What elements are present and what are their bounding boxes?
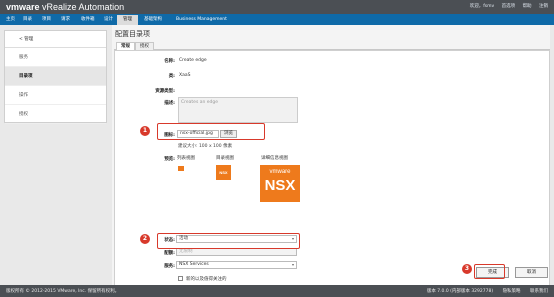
nav-projects[interactable]: 项目 [42, 16, 51, 23]
welcome-user-link[interactable]: 欢迎，fsmv [470, 4, 494, 9]
nav-design[interactable]: 设计 [104, 16, 113, 23]
new-and-noteworthy-label: 新的以及值得关注的 [186, 277, 227, 282]
footer: 版权所有 © 2012-2015 VMware, Inc. 保留所有权利。 版本… [0, 285, 554, 297]
new-and-noteworthy-checkbox[interactable] [178, 276, 183, 281]
description-label: 描述: [164, 101, 175, 106]
sidebar-item-services[interactable]: 服务 [5, 48, 106, 67]
sidebar-item-actions[interactable]: 操作 [5, 86, 106, 105]
sidebar-back-administration[interactable]: < 管理 [5, 31, 106, 48]
catalog-item-form: 名称: Create edge 类: XaaS 资源类型: 描述: Create… [114, 50, 550, 288]
logo-brand: vmware [6, 2, 40, 12]
preview-detail-nsx-logo: vmware NSX [260, 165, 300, 202]
resource-type-label: 资源类型: [155, 89, 175, 94]
description-textarea[interactable]: Creates an edge [178, 97, 298, 123]
sidebar-item-catalog-items[interactable]: 目录项 [5, 67, 106, 86]
sidebar-item-entitlements[interactable]: 授权 [5, 105, 106, 124]
name-label: 名称: [164, 59, 175, 64]
footer-links: 版本 7.0.0 (内部版本 3292778) 隐私策略 联系我们 [419, 288, 548, 294]
callout-badge-2: 2 [139, 233, 151, 245]
nav-catalog[interactable]: 目录 [23, 16, 32, 23]
contact-us-link[interactable]: 联系我们 [530, 289, 548, 294]
main-nav: 主页 目录 项目 请求 收件箱 设计 管理 基础架构 Business Mana… [0, 14, 554, 25]
preview-list-view-label: 列表视图 [177, 156, 195, 161]
nav-inbox[interactable]: 收件箱 [81, 16, 95, 23]
nav-requests[interactable]: 请求 [61, 16, 70, 23]
nsx-tile-vmware-text: vmware [269, 169, 291, 175]
preferences-link[interactable]: 首选项 [502, 4, 516, 9]
nav-administration[interactable]: 管理 [117, 15, 138, 25]
top-bar: vmware vRealize Automation 欢迎，fsmv 首选项 帮… [0, 0, 554, 14]
preview-label: 预览: [164, 157, 175, 162]
nav-home[interactable]: 主页 [6, 16, 15, 23]
service-label: 服务: [164, 264, 175, 269]
type-label: 类: [168, 74, 175, 79]
nsx-tile-nsx-text: NSX [264, 177, 296, 194]
cancel-button[interactable]: 取消 [515, 267, 548, 278]
callout-badge-3: 3 [461, 263, 473, 275]
preview-catalog-view-label: 目录视图 [216, 156, 234, 161]
quota-label: 配额: [164, 251, 175, 256]
preview-list-icon [178, 166, 184, 171]
help-link[interactable]: 帮助 [523, 4, 532, 9]
nav-business-management[interactable]: Business Management [176, 16, 227, 23]
quota-input[interactable]: 无限制 [176, 248, 297, 256]
tab-strip: 常规 授权 [114, 42, 550, 50]
service-select-value: NSX Services [179, 262, 209, 267]
callout-highlight-service [157, 233, 300, 249]
user-links: 欢迎，fsmv 首选项 帮助 注销 [464, 3, 548, 9]
type-value: XaaS [179, 73, 191, 78]
tab-general[interactable]: 常规 [116, 42, 135, 50]
chevron-down-icon: ▾ [291, 262, 294, 267]
nav-infrastructure[interactable]: 基础架构 [144, 16, 162, 23]
tab-entitlements[interactable]: 授权 [135, 42, 154, 50]
callout-highlight-icon [157, 123, 265, 140]
vrealize-logo: vmware vRealize Automation [6, 1, 124, 13]
name-value: Create edge [179, 58, 207, 63]
privacy-policy-link[interactable]: 隐私策略 [503, 289, 521, 294]
version-text: 版本 7.0.0 (内部版本 3292778) [426, 289, 494, 294]
callout-highlight-finish [474, 264, 505, 279]
page-title: 配置目录项 [115, 30, 150, 38]
logo-product: vRealize Automation [39, 2, 125, 12]
service-select[interactable]: NSX Services ▾ [176, 261, 297, 269]
copyright-text: 版权所有 © 2012-2015 VMware, Inc. 保留所有权利。 [6, 289, 120, 294]
logout-link[interactable]: 注销 [539, 4, 548, 9]
preview-catalog-icon: NSX [216, 165, 231, 180]
icon-size-hint: 建议大小: 100 x 100 像素 [178, 144, 233, 149]
callout-badge-1: 1 [139, 125, 151, 137]
sidebar: < 管理 服务 目录项 操作 授权 [4, 30, 107, 124]
preview-detail-view-label: 详细信息视图 [261, 156, 288, 161]
